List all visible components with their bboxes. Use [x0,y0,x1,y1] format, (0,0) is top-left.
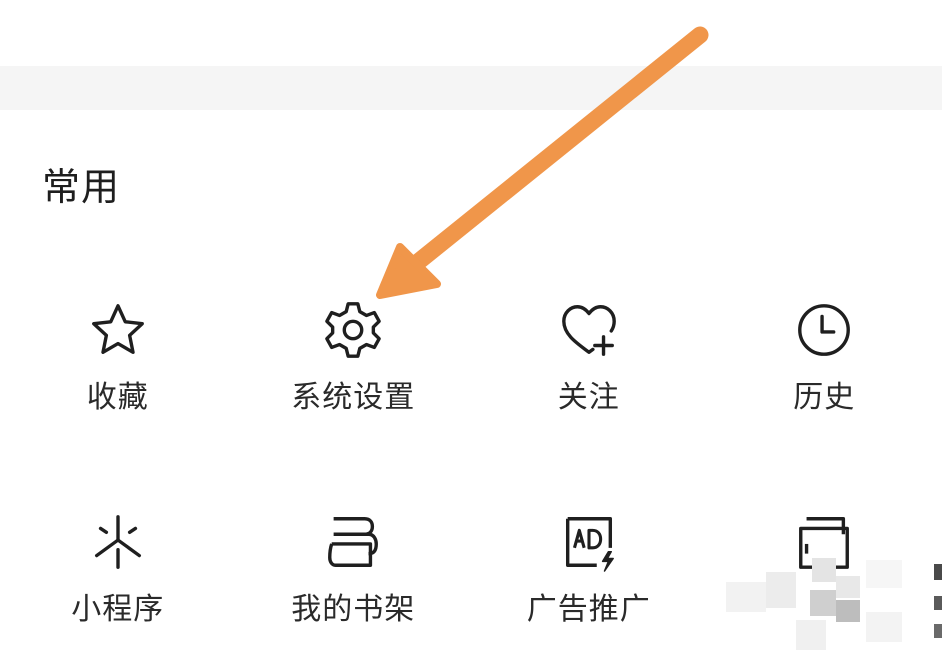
top-strip [0,0,942,66]
star-icon [86,298,150,362]
shortcut-ad-promotion[interactable]: 广告推广 [471,468,707,658]
shortcut-label: 系统设置 [291,380,416,415]
section-title: 常用 [42,165,121,209]
bookshelf-icon [321,510,385,574]
mini-program-icon [86,510,150,574]
shortcut-system-settings[interactable]: 系统设置 [236,268,472,468]
shortcut-follow[interactable]: 关注 [471,268,707,468]
shortcut-label: 我的书架 [291,592,416,627]
redaction-mosaic [726,552,942,658]
shortcut-bookshelf[interactable]: 我的书架 [236,468,472,658]
shortcut-label: 历史 [793,380,856,415]
shortcut-label: 小程序 [71,592,165,627]
gear-icon [321,298,385,362]
shortcut-mini-programs[interactable]: 小程序 [0,468,236,658]
shortcut-label: 关注 [557,380,620,415]
shortcut-label: 广告推广 [526,592,651,627]
shortcut-history[interactable]: 历史 [707,268,942,468]
ad-icon [557,510,621,574]
section-divider-band [0,66,942,110]
clock-icon [792,298,856,362]
heart-plus-icon [557,298,621,362]
shortcut-label: 收藏 [86,380,149,415]
shortcut-favorites[interactable]: 收藏 [0,268,236,468]
